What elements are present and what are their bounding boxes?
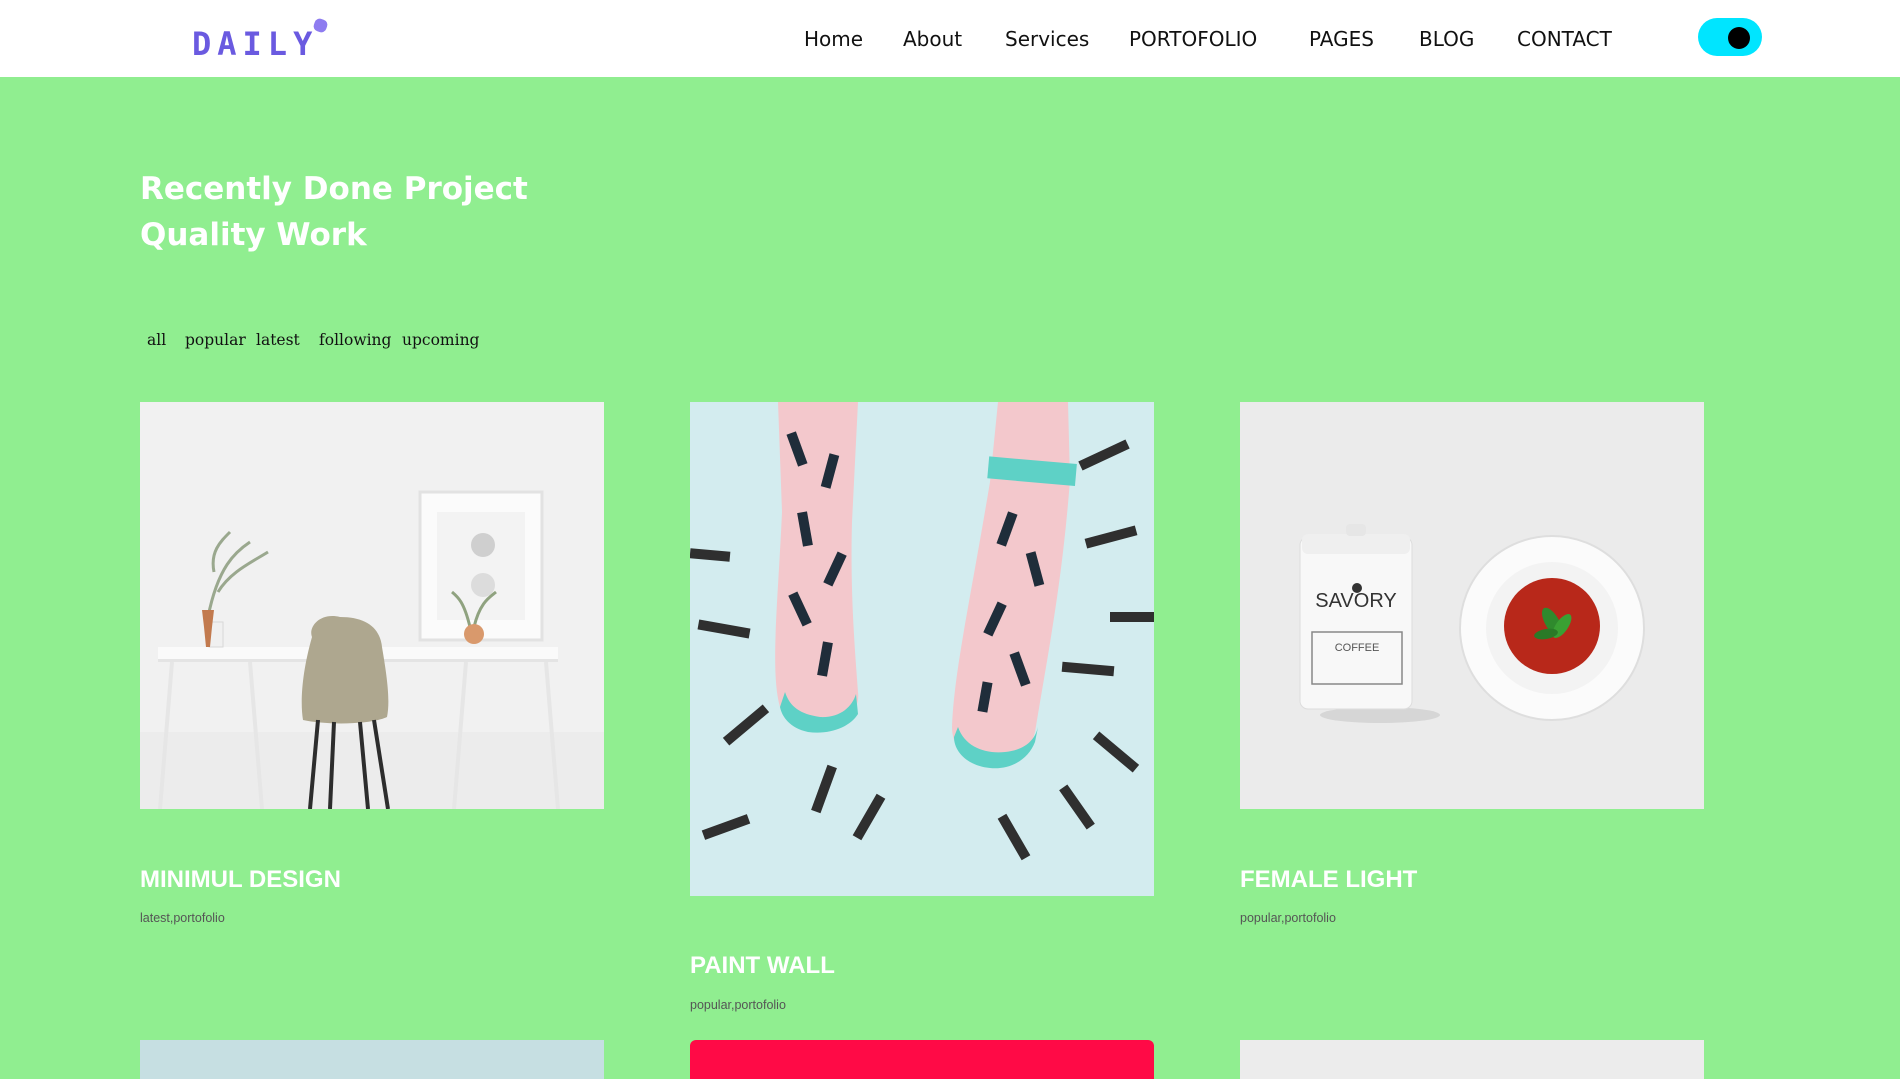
top-navbar: DAILY Home About Services PORTOFOLIO PAG… bbox=[0, 0, 1900, 77]
socks-illustration bbox=[690, 402, 1154, 896]
project-tags: popular,portofolio bbox=[1240, 911, 1336, 925]
nav-item-about[interactable]: About bbox=[903, 24, 962, 54]
main-nav: Home About Services PORTOFOLIO PAGES BLO… bbox=[0, 24, 1900, 54]
nav-item-home[interactable]: Home bbox=[804, 24, 863, 54]
project-title[interactable]: MINIMUL DESIGN bbox=[140, 866, 341, 894]
project-card[interactable]: MINIMUL DESIGN latest,portofolio bbox=[140, 402, 604, 942]
desk-chair-photo bbox=[140, 402, 604, 809]
filter-popular[interactable]: popular bbox=[185, 327, 246, 353]
svg-text:SAVORY: SAVORY bbox=[1315, 590, 1397, 612]
nav-item-contact[interactable]: CONTACT bbox=[1517, 24, 1612, 54]
nav-item-portofolio[interactable]: PORTOFOLIO bbox=[1129, 24, 1257, 54]
toggle-knob bbox=[1728, 27, 1750, 49]
theme-toggle[interactable] bbox=[1698, 18, 1762, 56]
coffee-soup-photo: SAVORY COFFEE bbox=[1240, 402, 1704, 809]
pale-blue-photo[interactable] bbox=[140, 1040, 604, 1079]
project-title[interactable]: PAINT WALL bbox=[690, 952, 835, 980]
desk-chair-illustration bbox=[140, 402, 604, 809]
filter-all[interactable]: all bbox=[147, 327, 166, 353]
red-photo[interactable] bbox=[690, 1040, 1154, 1079]
section-title-line1: Recently Done Project bbox=[140, 171, 528, 207]
filter-upcoming[interactable]: upcoming bbox=[402, 327, 479, 353]
coffee-soup-illustration: SAVORY COFFEE bbox=[1240, 402, 1704, 809]
section-title-line2: Quality Work bbox=[140, 217, 367, 253]
svg-text:COFFEE: COFFEE bbox=[1335, 642, 1380, 654]
project-tags: latest,portofolio bbox=[140, 911, 225, 925]
project-tags: popular,portofolio bbox=[690, 998, 786, 1012]
nav-item-services[interactable]: Services bbox=[1005, 24, 1089, 54]
project-title[interactable]: FEMALE LIGHT bbox=[1240, 866, 1417, 894]
nav-item-blog[interactable]: BLOG bbox=[1419, 24, 1474, 54]
light-grey-photo[interactable] bbox=[1240, 1040, 1704, 1079]
filter-latest[interactable]: latest bbox=[256, 327, 300, 353]
filter-following[interactable]: following bbox=[319, 327, 391, 353]
section-heading: Recently Done Project Quality Work bbox=[140, 166, 528, 258]
nav-item-pages[interactable]: PAGES bbox=[1309, 24, 1374, 54]
project-card[interactable]: PAINT WALL popular,portofolio bbox=[690, 402, 1154, 1022]
patterned-socks-photo bbox=[690, 402, 1154, 896]
project-card[interactable]: SAVORY COFFEE FEMALE LIGHT popular,porto… bbox=[1240, 402, 1704, 942]
